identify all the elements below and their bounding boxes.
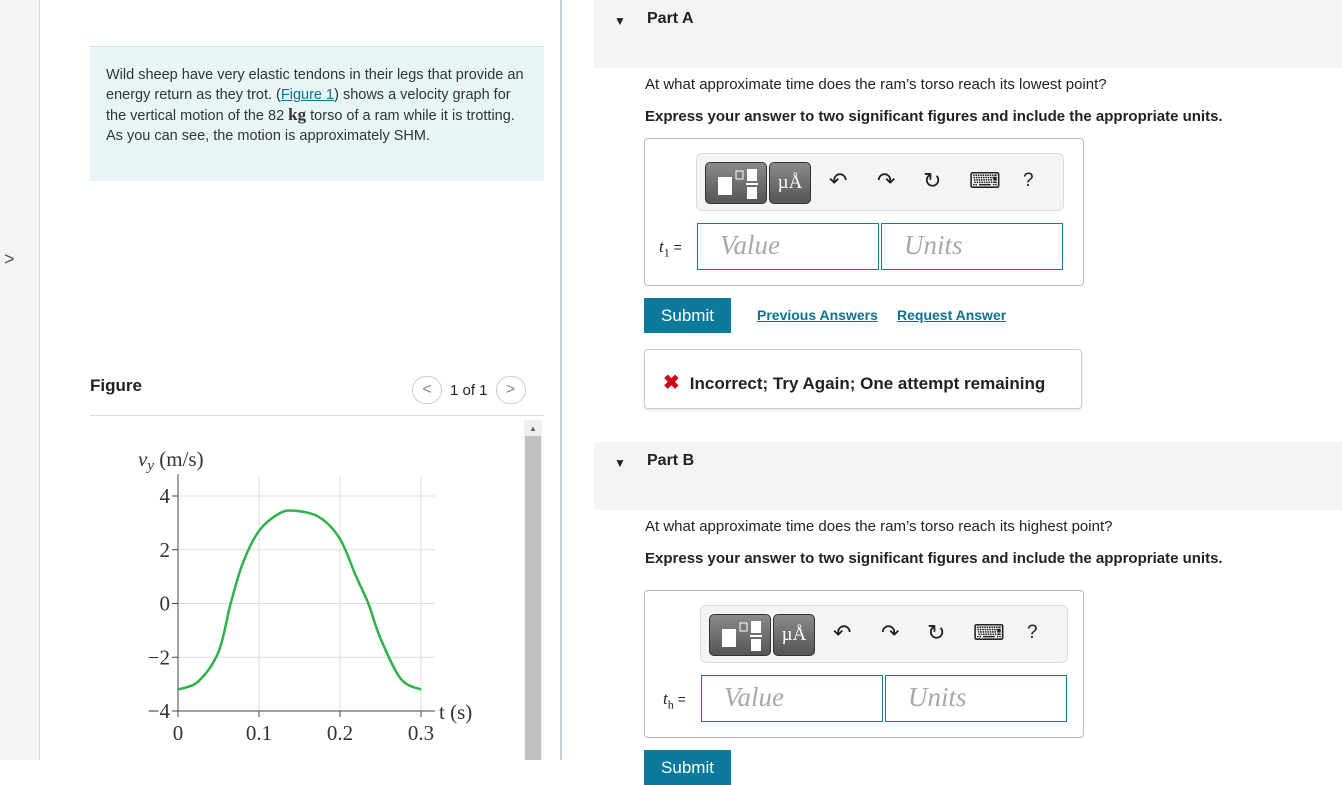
part-header[interactable]: ▼ Part A — [594, 0, 1342, 68]
x-tick-label: 0 — [173, 721, 184, 745]
problem-intro: Wild sheep have very elastic tendons in … — [90, 46, 544, 181]
y-tick-label: 2 — [160, 538, 171, 562]
prev-figure-button[interactable]: < — [412, 376, 442, 404]
y-tick-label: 4 — [160, 484, 171, 508]
y-tick-label: −2 — [148, 645, 170, 669]
part-header[interactable]: ▼ Part B — [594, 442, 1342, 510]
panel-divider[interactable] — [560, 0, 562, 760]
help-icon[interactable]: ? — [1023, 170, 1034, 192]
math-toolbar: µÅ ↶ ↷ ↻ ⌨ ? — [696, 153, 1064, 211]
templates-button[interactable] — [709, 614, 771, 656]
keyboard-icon[interactable]: ⌨ — [969, 168, 1001, 194]
submit-button[interactable]: Submit — [644, 298, 731, 333]
x-tick-label: 0.3 — [408, 721, 434, 745]
submit-button[interactable]: Submit — [644, 750, 731, 785]
undo-icon[interactable]: ↶ — [829, 168, 847, 194]
scrollbar-thumb[interactable] — [525, 436, 541, 760]
question-text: At what approximate time does the ram’s … — [645, 76, 1107, 93]
chevron-right-icon[interactable]: > — [4, 249, 15, 270]
x-axis-label: t (s) — [439, 700, 472, 724]
page-indicator: 1 of 1 — [450, 381, 488, 399]
reset-icon[interactable]: ↻ — [923, 168, 941, 194]
divider — [90, 415, 544, 416]
previous-answers-link[interactable]: Previous Answers — [757, 307, 878, 323]
left-collapse-strip[interactable]: > — [0, 0, 40, 760]
x-tick-label: 0.1 — [246, 721, 272, 745]
velocity-curve — [177, 509, 422, 691]
mass-unit: kg — [288, 105, 307, 124]
y-tick-label: 0 — [160, 592, 171, 616]
units-button[interactable]: µÅ — [769, 162, 811, 204]
templates-button[interactable] — [705, 162, 767, 204]
units-button[interactable]: µÅ — [773, 614, 815, 656]
collapse-triangle-icon[interactable]: ▼ — [614, 14, 626, 28]
figure-scrollbar[interactable]: ▲ — [524, 420, 542, 760]
figure-link[interactable]: Figure 1 — [281, 87, 334, 103]
feedback-text: Incorrect; Try Again; One attempt remain… — [689, 374, 1046, 393]
y-tick-label: −4 — [148, 699, 171, 723]
instruction-text: Express your answer to two significant f… — [645, 550, 1223, 567]
keyboard-icon[interactable]: ⌨ — [973, 620, 1005, 646]
undo-icon[interactable]: ↶ — [833, 620, 851, 646]
answer-box: µÅ ↶ ↷ ↻ ⌨ ? t1 = Value Units — [644, 138, 1084, 286]
redo-icon[interactable]: ↷ — [877, 168, 895, 194]
math-toolbar: µÅ ↶ ↷ ↻ ⌨ ? — [700, 605, 1068, 663]
variable-label: t1 = — [659, 237, 682, 260]
request-answer-link[interactable]: Request Answer — [897, 307, 1006, 323]
answer-box: µÅ ↶ ↷ ↻ ⌨ ? th = Value Units — [644, 590, 1084, 738]
value-input[interactable]: Value — [697, 223, 879, 270]
redo-icon[interactable]: ↷ — [881, 620, 899, 646]
error-x-icon: ✖ — [663, 372, 680, 394]
units-input[interactable]: Units — [881, 223, 1063, 270]
x-tick-label: 0.2 — [327, 721, 353, 745]
instruction-text: Express your answer to two significant f… — [645, 108, 1223, 125]
next-figure-button[interactable]: > — [495, 376, 526, 404]
scroll-up-icon[interactable]: ▲ — [529, 424, 537, 433]
help-icon[interactable]: ? — [1027, 622, 1038, 644]
part-label: Part A — [647, 10, 694, 27]
question-text: At what approximate time does the ram’s … — [645, 518, 1113, 535]
part-label: Part B — [647, 452, 695, 469]
figure-title: Figure — [90, 376, 142, 395]
reset-icon[interactable]: ↻ — [927, 620, 945, 646]
feedback-message: ✖ Incorrect; Try Again; One attempt remai… — [644, 349, 1082, 409]
units-input[interactable]: Units — [885, 675, 1067, 722]
velocity-chart: 0 0.1 0.2 0.3 4 2 0 −2 −4 vy (m/s) t (s) — [138, 447, 472, 745]
y-axis-label: vy (m/s) — [138, 447, 204, 474]
figure-pager: < 1 of 1 > — [412, 376, 526, 404]
value-input[interactable]: Value — [701, 675, 883, 722]
collapse-triangle-icon[interactable]: ▼ — [614, 456, 626, 470]
variable-label: th = — [663, 689, 686, 712]
